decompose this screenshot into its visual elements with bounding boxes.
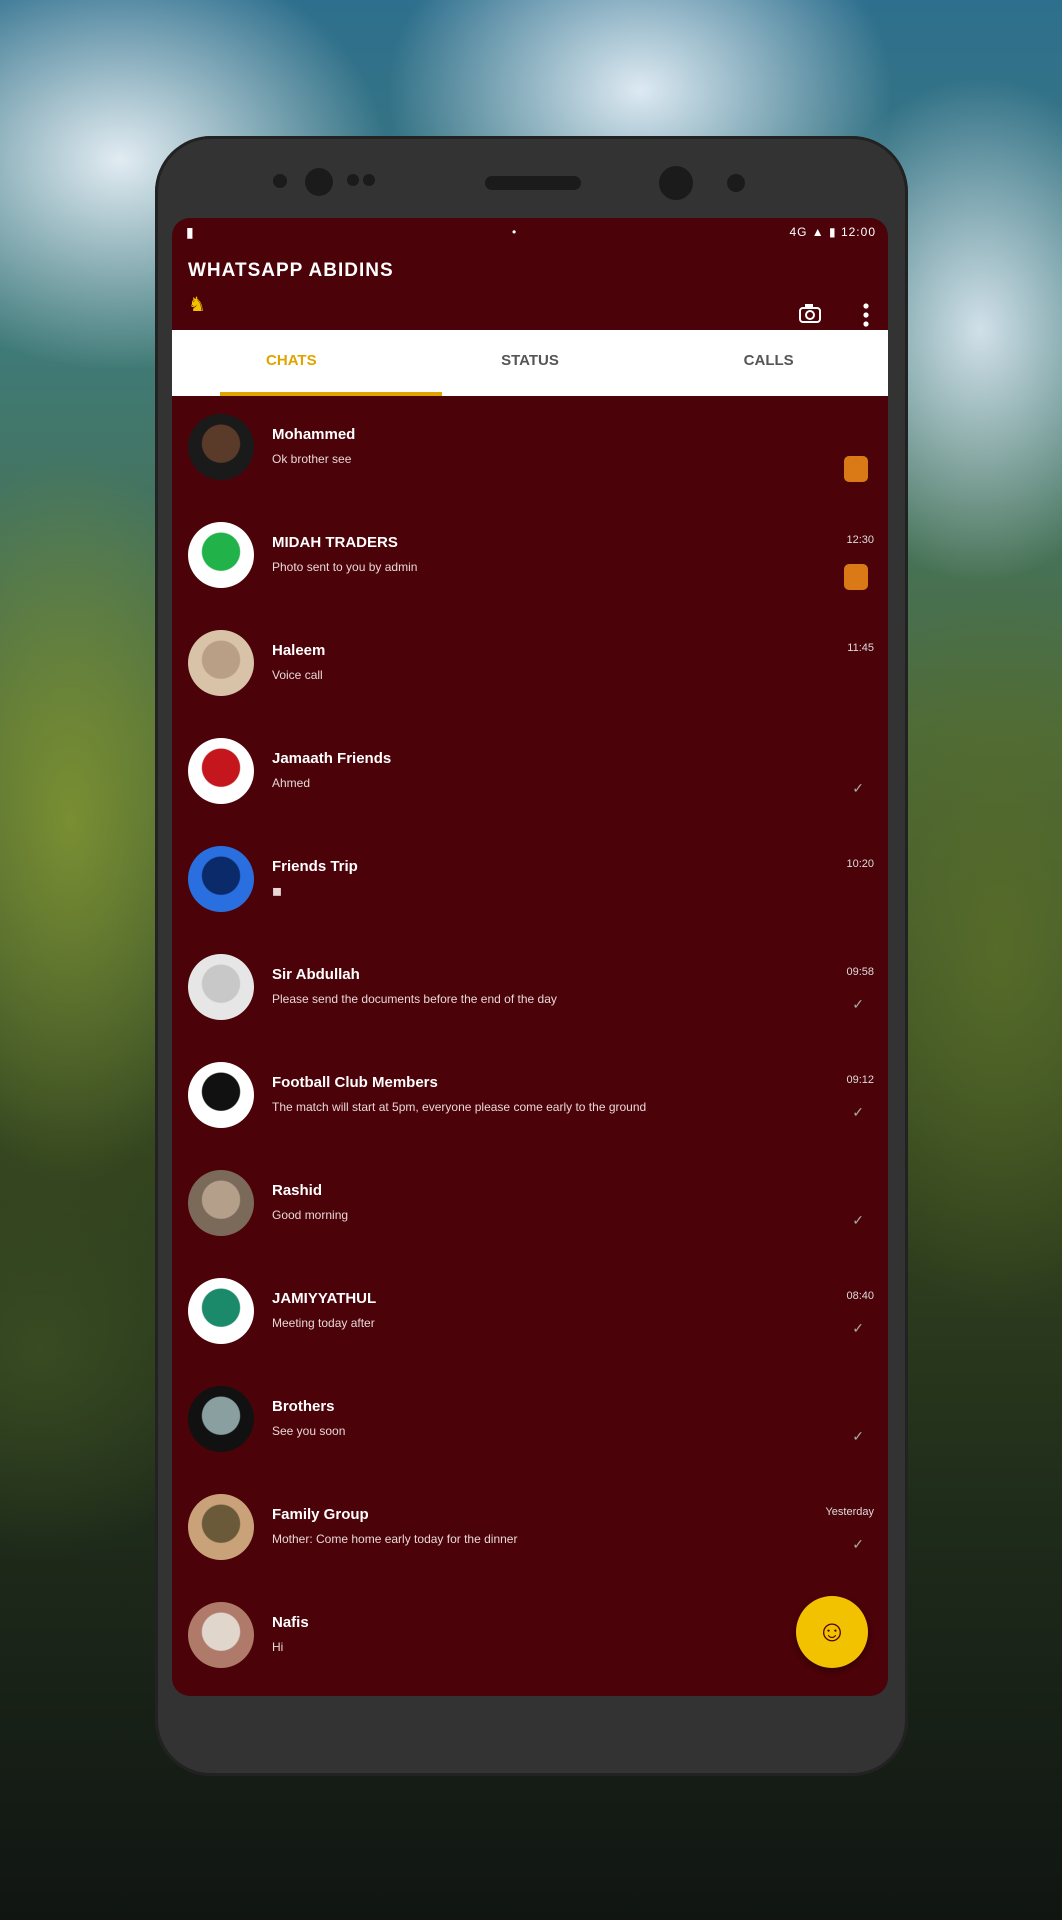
front-camera-icon [659,166,693,200]
tab-chats[interactable]: CHATS [172,330,411,396]
chat-list-item[interactable]: Friends Trip ◼ 10:20 [172,828,888,936]
avatar[interactable] [188,1170,254,1236]
sensor-dot [347,174,359,186]
chat-list-item[interactable]: Family Group Mother: Come home early toda… [172,1476,888,1584]
chat-preview: Please send the documents before the end… [272,992,557,1006]
front-camera-icon [305,168,333,196]
chat-preview: Photo sent to you by admin [272,560,418,574]
status-notification: ▮ [186,224,194,240]
chat-time: 10:20 [846,858,874,870]
chat-list-item[interactable]: Rashid Good morning ✓ [172,1152,888,1260]
mute-icon: ✓ [852,1536,864,1552]
app-screen: ▮ • 4G ▲ ▮ 12:00 WHATSAPP ABIDINS ♞ CHAT… [172,218,888,1696]
avatar[interactable] [188,846,254,912]
sensor-dot [363,174,375,186]
app-header: WHATSAPP ABIDINS ♞ [172,248,888,330]
chat-time: 12:30 [846,534,874,546]
app-sub-icon: ♞ [188,294,206,316]
mute-icon: ✓ [852,1212,864,1228]
status-right: 4G ▲ ▮ 12:00 [789,225,876,239]
chat-name: Brothers [272,1398,335,1415]
mute-icon: ✓ [852,1104,864,1120]
unread-badge [844,564,868,590]
chat-name: Rashid [272,1182,323,1199]
sensor-dot [273,174,287,188]
chat-list-item[interactable]: Brothers See you soon ✓ [172,1368,888,1476]
avatar[interactable] [188,522,254,588]
camera-icon[interactable] [798,302,824,330]
chat-name: Sir Abdullah [272,966,360,983]
tab-status[interactable]: STATUS [411,330,650,396]
avatar[interactable] [188,738,254,804]
chat-time: 11:45 [847,642,874,654]
chat-list-item[interactable]: Nafis Hi [172,1584,888,1692]
chat-list: Mohammed Ok brother see MIDAH TRADERS Photo… [172,396,888,1692]
chat-preview: See you soon [272,1424,346,1438]
chat-preview: Meeting today after [272,1316,375,1330]
chat-time: 09:58 [846,966,874,978]
chat-time: Yesterday [825,1506,874,1518]
mute-icon: ✓ [852,1320,864,1336]
chat-preview: Voice call [272,668,323,682]
chat-name: Family Group [272,1506,369,1523]
chat-name: Friends Trip [272,858,358,875]
avatar[interactable] [188,630,254,696]
chat-list-item[interactable]: Football Club Members The match will star… [172,1044,888,1152]
chat-preview: The match will start at 5pm, everyone pl… [272,1100,647,1114]
unread-badge [844,456,868,482]
chat-name: Jamaath Friends [272,750,392,767]
avatar[interactable] [188,1278,254,1344]
avatar[interactable] [188,1494,254,1560]
chat-name: Mohammed [272,426,356,443]
chat-time: 08:40 [846,1290,874,1302]
chat-list-item[interactable]: Mohammed Ok brother see [172,396,888,504]
chat-time: 09:12 [846,1074,874,1086]
app-title: WHATSAPP ABIDINS [188,260,394,281]
mute-icon: ✓ [852,780,864,796]
avatar[interactable] [188,954,254,1020]
tab-bar: CHATS STATUS CALLS [172,330,888,396]
tab-calls[interactable]: CALLS [649,330,888,396]
chat-preview: Ahmed [272,776,311,790]
chat-name: MIDAH TRADERS [272,534,398,551]
chat-preview: Good morning [272,1208,349,1222]
status-bar: ▮ • 4G ▲ ▮ 12:00 [172,218,888,248]
status-center: • [512,225,517,239]
mute-icon: ✓ [852,996,864,1012]
chat-preview: Ok brother see [272,452,352,466]
phone-top-bar [155,136,908,222]
chat-preview: Mother: Come home early today for the di… [272,1532,518,1546]
chat-list-item[interactable]: MIDAH TRADERS Photo sent to you by admin 1… [172,504,888,612]
avatar[interactable] [188,1062,254,1128]
chat-name: JAMIYYATHUL [272,1290,377,1307]
earpiece-speaker [485,176,581,190]
chat-preview: ◼ [272,884,282,898]
chat-name: Football Club Members [272,1074,438,1091]
sensor-dot [727,174,745,192]
chat-list-item[interactable]: Jamaath Friends Ahmed ✓ [172,720,888,828]
avatar[interactable] [188,414,254,480]
avatar[interactable] [188,1386,254,1452]
chat-preview: Hi [272,1640,284,1654]
chat-list-item[interactable]: Haleem Voice call 11:45 [172,612,888,720]
chat-name: Haleem [272,642,326,659]
new-chat-button[interactable]: ☺ [796,1596,868,1668]
mute-icon: ✓ [852,1428,864,1444]
chat-list-item[interactable]: Sir Abdullah Please send the documents be… [172,936,888,1044]
avatar[interactable] [188,1602,254,1668]
chat-name: Nafis [272,1614,309,1631]
chat-list-item[interactable]: JAMIYYATHUL Meeting today after 08:40 ✓ [172,1260,888,1368]
